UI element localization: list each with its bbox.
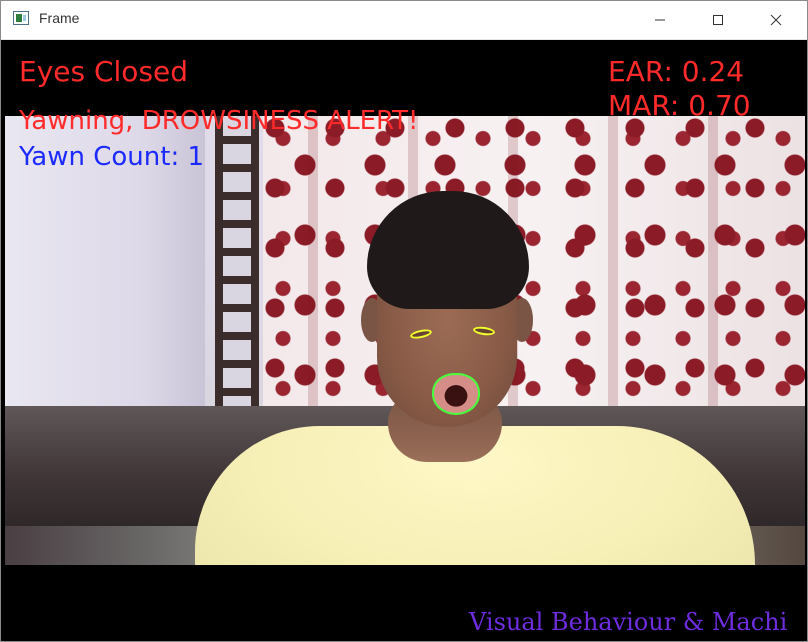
- yawn-count-text: Yawn Count: 1: [19, 142, 205, 172]
- eyes-status-text: Eyes Closed: [19, 55, 189, 88]
- close-button[interactable]: [747, 1, 805, 39]
- mar-value-text: MAR: 0.70: [608, 89, 751, 122]
- background-shelf: [215, 116, 259, 406]
- ear-value-text: EAR: 0.24: [608, 55, 745, 88]
- app-icon-part: [23, 15, 26, 21]
- window-title: Frame: [39, 10, 80, 26]
- background-curtain: [263, 116, 805, 406]
- app-icon-part: [16, 14, 22, 22]
- maximize-icon: [713, 15, 723, 25]
- minimize-button[interactable]: [631, 1, 689, 39]
- app-icon: [13, 11, 29, 25]
- close-icon: [770, 14, 782, 26]
- mouth-contour: [432, 373, 480, 415]
- maximize-button[interactable]: [689, 1, 747, 39]
- title-bar[interactable]: Frame: [1, 1, 807, 40]
- camera-image: [5, 116, 805, 565]
- footer-caption: Visual Behaviour & Machi: [469, 608, 788, 636]
- frame-window: Frame Eyes Closed Yawning, DROWSINESS AL…: [0, 0, 808, 642]
- yawn-alert-text: Yawning, DROWSINESS ALERT!: [19, 106, 419, 136]
- video-frame: Eyes Closed Yawning, DROWSINESS ALERT! Y…: [5, 40, 805, 640]
- minimize-icon: [655, 19, 665, 21]
